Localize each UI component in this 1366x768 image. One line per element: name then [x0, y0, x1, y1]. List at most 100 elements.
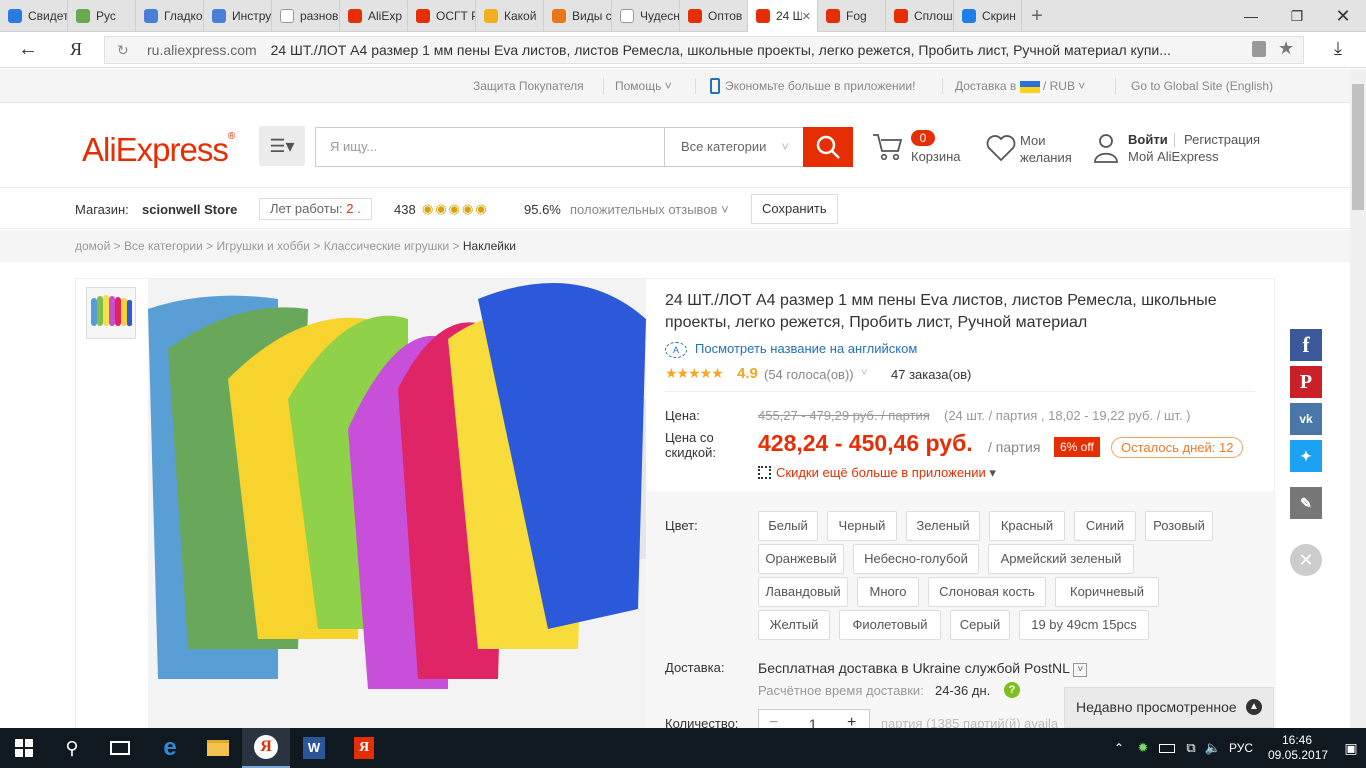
twitter-share-icon[interactable]: ✦: [1290, 440, 1322, 472]
browser-tab[interactable]: Чудесн: [612, 0, 680, 32]
browser-tab[interactable]: Инстру: [204, 0, 272, 32]
delivery-selector[interactable]: Доставка в / RUB ˅: [955, 79, 1085, 93]
color-option[interactable]: Слоновая кость: [928, 577, 1046, 607]
yandex-icon[interactable]: Я: [340, 728, 388, 768]
wishlist-label-1[interactable]: Мои: [1020, 132, 1045, 149]
register-link[interactable]: Регистрация: [1184, 131, 1260, 148]
wifi-icon[interactable]: ⧉: [1180, 728, 1202, 768]
delivery-dropdown-icon[interactable]: ˅: [1073, 663, 1088, 677]
vk-share-icon[interactable]: vk: [1290, 403, 1322, 435]
browser-tab[interactable]: Оптов: [680, 0, 748, 32]
my-aliexpress-link[interactable]: Мой AliExpress: [1128, 148, 1219, 165]
facebook-share-icon[interactable]: f: [1290, 329, 1322, 361]
color-option[interactable]: Небесно-голубой: [853, 544, 979, 574]
color-option[interactable]: Армейский зеленый: [988, 544, 1134, 574]
cart-button[interactable]: [872, 132, 904, 167]
aliexpress-logo[interactable]: AliExpress®: [82, 131, 235, 169]
color-option[interactable]: Много: [857, 577, 919, 607]
search-taskbar-icon[interactable]: ⚲: [48, 728, 96, 768]
keyboard-language[interactable]: РУС: [1226, 728, 1256, 768]
color-option[interactable]: Белый: [758, 511, 818, 541]
browser-tab[interactable]: Рус: [68, 0, 136, 32]
breadcrumb-home[interactable]: домой: [75, 239, 110, 253]
close-tab-icon[interactable]: ✕: [802, 10, 811, 23]
product-image[interactable]: [148, 279, 646, 728]
recently-viewed-panel[interactable]: Недавно просмотренное ▲: [1064, 687, 1274, 728]
wishlist-button[interactable]: [985, 134, 1017, 167]
product-thumbnail[interactable]: [86, 287, 136, 339]
color-option[interactable]: Черный: [827, 511, 897, 541]
battery-icon[interactable]: [1156, 728, 1178, 768]
color-option[interactable]: Лавандовый: [758, 577, 848, 607]
votes-link[interactable]: (54 голоса(ов)): [764, 367, 854, 382]
category-select[interactable]: Все категории ˅: [664, 127, 804, 167]
browser-tab[interactable]: AliExp: [340, 0, 408, 32]
search-button[interactable]: [803, 127, 853, 167]
color-option[interactable]: Оранжевый: [758, 544, 844, 574]
browser-tab[interactable]: ОСГТ Р: [408, 0, 476, 32]
yandex-browser-taskbar-icon[interactable]: Я: [242, 728, 290, 768]
store-name-link[interactable]: scionwell Store: [142, 202, 237, 217]
chevron-up-tray-icon[interactable]: ⌃: [1108, 728, 1130, 768]
help-icon[interactable]: ?: [1004, 682, 1020, 698]
decrease-button[interactable]: −: [769, 714, 778, 728]
color-option[interactable]: Красный: [989, 511, 1065, 541]
scrollbar-thumb[interactable]: [1352, 84, 1364, 210]
breadcrumb-toys[interactable]: Игрушки и хобби: [217, 239, 310, 253]
browser-tab[interactable]: Свидет: [0, 0, 68, 32]
color-option[interactable]: Фиолетовый: [839, 610, 941, 640]
yandex-logo-icon[interactable]: Я: [70, 39, 82, 60]
color-option[interactable]: Синий: [1074, 511, 1136, 541]
categories-menu-button[interactable]: ☰▾: [259, 126, 305, 166]
save-store-button[interactable]: Сохранить: [751, 194, 838, 224]
minimize-button[interactable]: —: [1228, 0, 1274, 32]
wishlist-label-2[interactable]: желания: [1020, 149, 1072, 166]
notifications-icon[interactable]: ▣: [1336, 728, 1366, 768]
start-button[interactable]: [0, 728, 48, 768]
browser-tab[interactable]: разнов: [272, 0, 340, 32]
browser-tab[interactable]: Сплош: [886, 0, 954, 32]
color-option[interactable]: Коричневый: [1055, 577, 1159, 607]
account-icon[interactable]: [1092, 132, 1120, 169]
increase-button[interactable]: +: [847, 714, 856, 728]
download-icon[interactable]: ⤓: [1334, 38, 1342, 59]
back-arrow-icon[interactable]: ←: [18, 38, 38, 61]
star-icon[interactable]: ★: [1278, 38, 1294, 59]
new-tab-button[interactable]: +: [1022, 0, 1052, 32]
buyer-protection-link[interactable]: Защита Покупателя: [473, 79, 584, 93]
color-option[interactable]: Зеленый: [906, 511, 980, 541]
task-view-icon[interactable]: [96, 728, 144, 768]
login-link[interactable]: Войти: [1128, 131, 1168, 148]
edit-pencil-icon[interactable]: ✎: [1290, 487, 1322, 519]
search-input[interactable]: Я ищу...: [315, 127, 665, 167]
close-window-button[interactable]: ✕: [1320, 0, 1366, 32]
url-field[interactable]: ↻ ru.aliexpress.com 24 ШТ./ЛОТ А4 размер…: [104, 36, 1304, 64]
browser-tab[interactable]: Скрин: [954, 0, 1022, 32]
browser-tab[interactable]: Гладко: [136, 0, 204, 32]
cart-label[interactable]: Корзина: [911, 148, 961, 165]
positive-feedback-link[interactable]: положительных отзывов ˅: [570, 202, 729, 217]
edge-icon[interactable]: e: [146, 728, 194, 768]
quantity-value[interactable]: 1: [809, 716, 817, 728]
lock-icon[interactable]: [1252, 41, 1266, 57]
volume-icon[interactable]: 🔈: [1202, 728, 1224, 768]
global-site-link[interactable]: Go to Global Site (English): [1131, 79, 1273, 93]
app-promo-link[interactable]: Экономьте больше в приложении!: [725, 79, 915, 93]
close-social-icon[interactable]: ✕: [1290, 544, 1322, 576]
reload-icon[interactable]: ↻: [117, 37, 129, 63]
votes-chevron-icon[interactable]: ˅: [861, 367, 867, 379]
breadcrumb-classic-toys[interactable]: Классические игрушки: [324, 239, 449, 253]
tray-app-icon[interactable]: ✹: [1132, 728, 1154, 768]
browser-tab[interactable]: Виды с: [544, 0, 612, 32]
word-icon[interactable]: W: [290, 728, 338, 768]
file-explorer-icon[interactable]: [194, 728, 242, 768]
color-option[interactable]: 19 by 49cm 15pcs: [1019, 610, 1149, 640]
color-option[interactable]: Желтый: [758, 610, 830, 640]
browser-tab[interactable]: 24 Ш ✕: [748, 0, 818, 32]
breadcrumb-all-categories[interactable]: Все категории: [124, 239, 203, 253]
browser-tab[interactable]: Какой: [476, 0, 544, 32]
app-discount-link[interactable]: Скидки ещё больше в приложении ▾: [758, 465, 996, 481]
color-option[interactable]: Розовый: [1145, 511, 1213, 541]
pinterest-share-icon[interactable]: P: [1290, 366, 1322, 398]
help-link[interactable]: Помощь ˅: [615, 79, 672, 93]
